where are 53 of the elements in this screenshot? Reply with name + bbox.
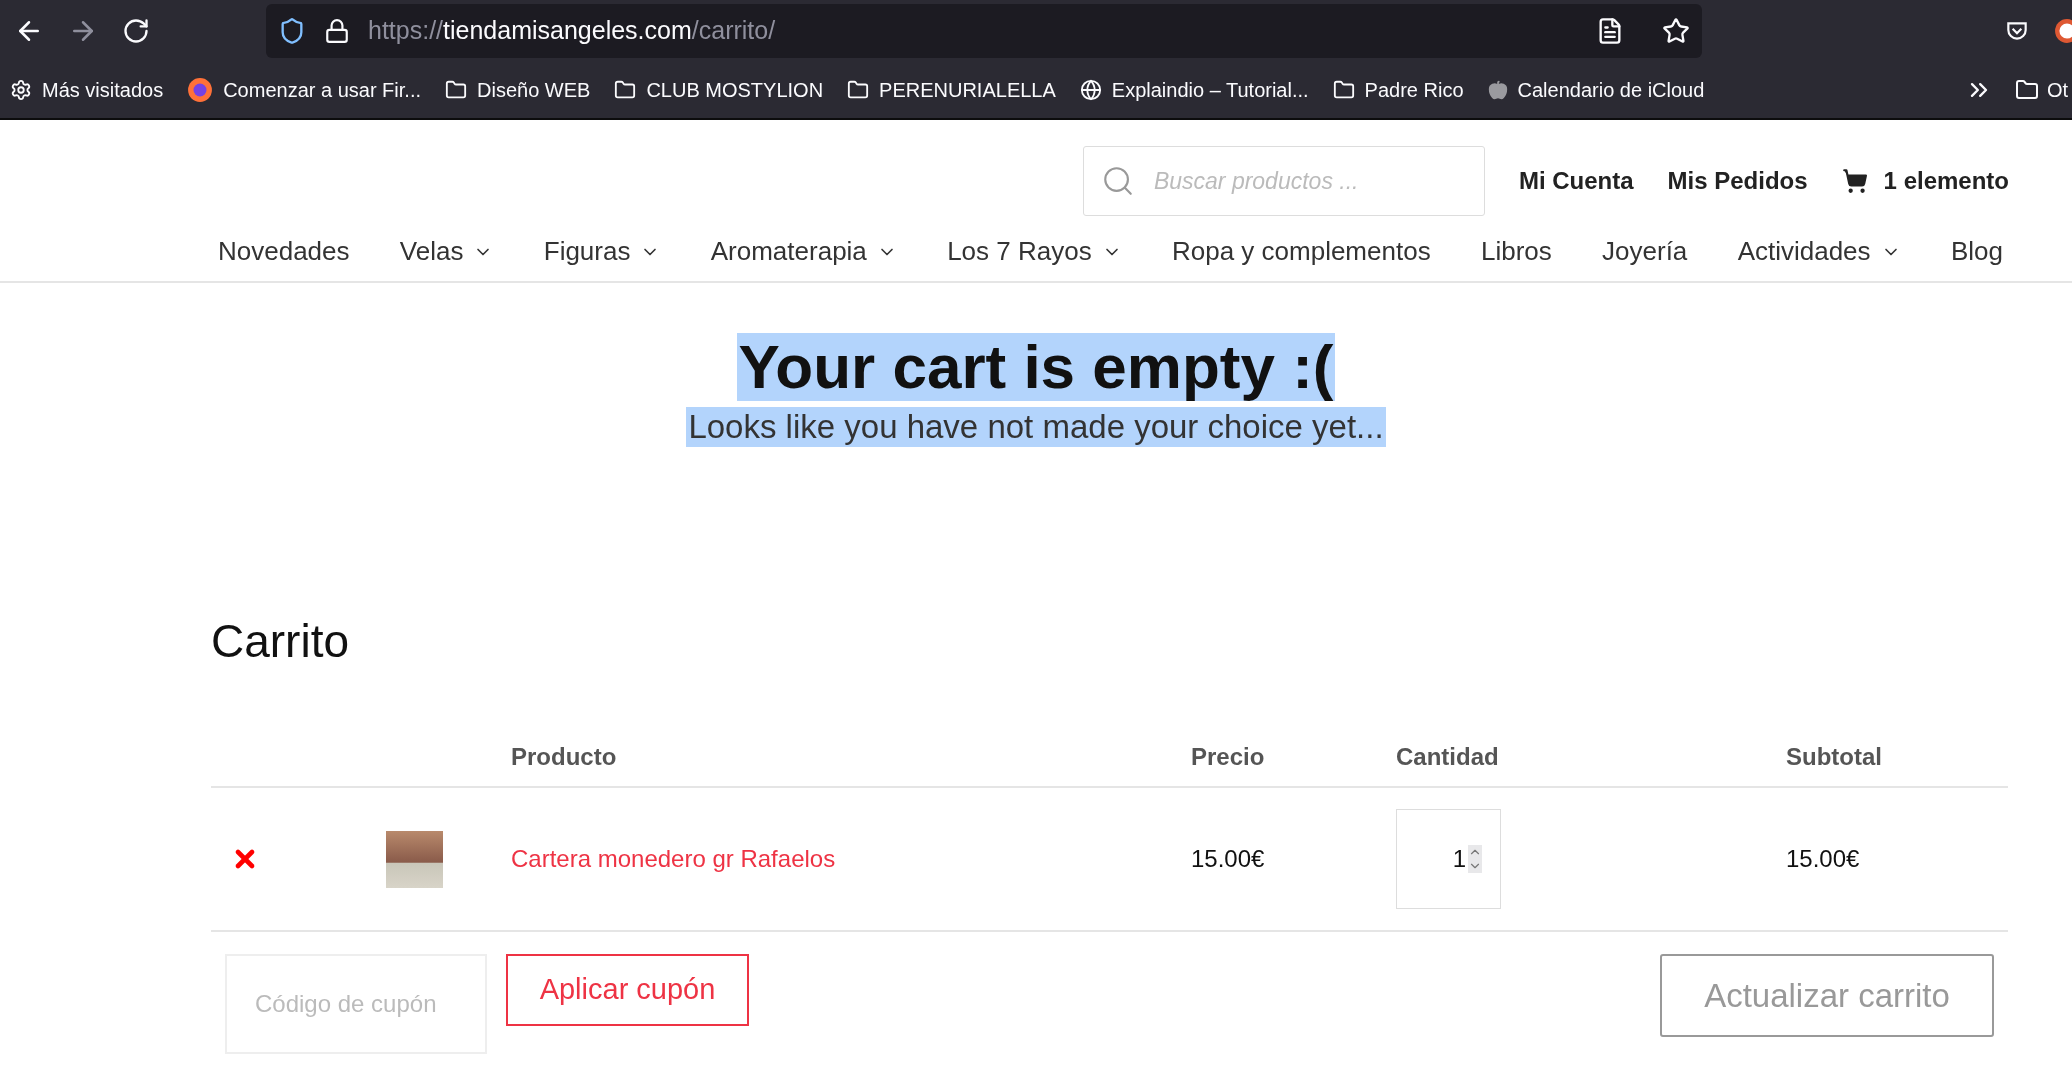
column-header: Producto — [511, 742, 617, 772]
coupon-field[interactable]: Código de cupón — [225, 954, 487, 1054]
gear-icon — [10, 79, 32, 101]
folder-icon — [847, 79, 870, 101]
nav-link[interactable]: Actividades — [1737, 232, 1901, 271]
spinner-icon[interactable] — [1468, 845, 1482, 873]
cart-link[interactable]: 1 elemento — [1883, 163, 2009, 199]
url-text: https://tiendamisangeles.com/carrito/ — [368, 15, 776, 47]
subtotal-cell-text: 15.00€ — [1786, 844, 1861, 874]
bookmark-link[interactable]: CLUB MOSTYLION — [646, 75, 824, 105]
cart-title: Carrito — [211, 614, 351, 669]
nav-link[interactable]: Joyería — [1602, 232, 1688, 271]
column-header: Precio — [1191, 742, 1265, 772]
nav-link[interactable]: Aromaterapia — [710, 232, 897, 271]
bookmark-link[interactable]: Ot — [2046, 75, 2068, 105]
empty-cart-title: Your cart is empty :( — [736, 333, 1336, 401]
bookmark-link[interactable]: Explaindio – Tutorial... — [1111, 75, 1309, 105]
apple-icon — [1487, 80, 1508, 100]
column-header: Cantidad — [1396, 742, 1499, 772]
bookmark-link[interactable]: Calendario de iCloud — [1517, 75, 1705, 105]
nav-link[interactable]: Los 7 Rayos — [947, 232, 1122, 271]
product-thumbnail[interactable] — [386, 830, 443, 888]
folder-icon — [614, 79, 637, 101]
nav-link[interactable]: Figuras — [543, 232, 661, 271]
folder-icon — [2014, 78, 2039, 102]
lock-icon[interactable] — [324, 18, 350, 44]
browser-logo-icon — [187, 77, 214, 103]
address-bar[interactable]: https://tiendamisangeles.com/carrito/ — [266, 4, 1702, 58]
bookmark-link[interactable]: Diseño WEB — [477, 75, 591, 105]
bookmark-link[interactable]: Más visitados — [42, 75, 164, 105]
nav-link[interactable]: Novedades — [218, 232, 350, 271]
nav-link[interactable]: Blog — [1950, 232, 2003, 271]
bookmark-link[interactable]: Comenzar a usar Fir... — [223, 75, 421, 105]
account-link[interactable]: Mis Pedidos — [1667, 163, 1808, 199]
empty-cart-message: Looks like you have not made your choice yet... — [686, 407, 1386, 447]
folder-icon — [1332, 79, 1355, 101]
reload-icon[interactable] — [122, 17, 150, 45]
nav-link[interactable]: Libros — [1480, 232, 1552, 271]
globe-icon — [1079, 79, 1102, 101]
cart-icon[interactable] — [1841, 168, 1868, 194]
star-icon[interactable] — [1662, 17, 1690, 45]
search-field[interactable]: Buscar productos ... — [1082, 146, 1485, 216]
product-link[interactable]: Cartera monedero gr Rafaelos — [511, 841, 1191, 877]
nav-link[interactable]: Ropa y complementos — [1171, 232, 1431, 271]
column-header: Subtotal — [1786, 742, 1882, 772]
folder-icon — [445, 79, 467, 101]
quantity-field[interactable]: 1 — [1396, 809, 1501, 909]
bookmark-link[interactable]: Padre Rico — [1364, 75, 1464, 105]
apply-coupon-button[interactable]: Aplicar cupón — [506, 954, 749, 1026]
price-cell-text: 15.00€ — [1191, 844, 1266, 874]
nav-link[interactable]: Velas — [399, 232, 494, 271]
account-link[interactable]: Mi Cuenta — [1518, 163, 1634, 199]
bookmark-link[interactable]: PERENURIALELLA — [879, 75, 1056, 105]
